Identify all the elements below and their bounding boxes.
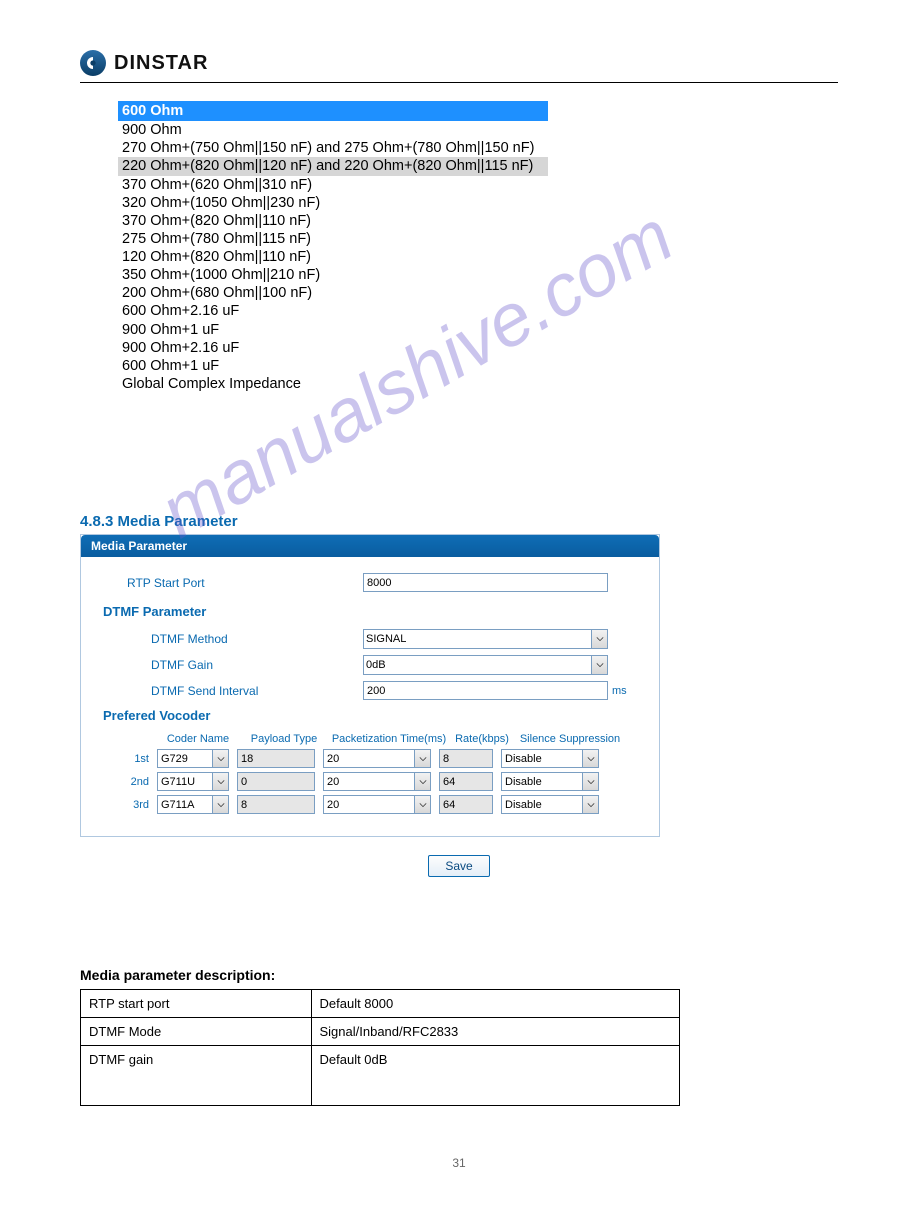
dtmf-heading: DTMF Parameter (103, 604, 637, 619)
impedance-option[interactable]: 350 Ohm+(1000 Ohm||210 nF) (118, 266, 548, 284)
desc-val: Default 8000 (311, 990, 680, 1018)
col-coder: Coder Name (157, 733, 239, 745)
coder-select[interactable] (157, 772, 229, 791)
table-row: DTMF gain Default 0dB (81, 1046, 680, 1106)
col-packet: Packetization Time(ms) (329, 733, 449, 745)
row-ord: 1st (103, 753, 157, 765)
dtmf-interval-unit: ms (612, 685, 627, 697)
desc-val: Signal/Inband/RFC2833 (311, 1018, 680, 1046)
col-payload: Payload Type (239, 733, 329, 745)
packet-select[interactable] (323, 772, 431, 791)
desc-key: RTP start port (81, 990, 312, 1018)
rate-input (439, 795, 493, 814)
impedance-option[interactable]: 900 Ohm (118, 121, 548, 139)
row-ord: 3rd (103, 799, 157, 811)
vocoder-row: 1st (103, 749, 637, 768)
vocoder-heading: Prefered Vocoder (103, 708, 637, 723)
packet-select[interactable] (323, 795, 431, 814)
impedance-option[interactable]: 900 Ohm+2.16 uF (118, 339, 548, 357)
impedance-option[interactable]: 275 Ohm+(780 Ohm||115 nF) (118, 230, 548, 248)
impedance-option[interactable]: 600 Ohm+2.16 uF (118, 302, 548, 320)
desc-val: Default 0dB (311, 1046, 680, 1106)
rate-input (439, 772, 493, 791)
desc-key: DTMF Mode (81, 1018, 312, 1046)
dtmf-gain-label: DTMF Gain (103, 658, 363, 672)
silence-select[interactable] (501, 772, 599, 791)
packet-select[interactable] (323, 749, 431, 768)
dtmf-gain-select[interactable] (363, 655, 608, 675)
dtmf-method-label: DTMF Method (103, 632, 363, 646)
impedance-option[interactable]: Global Complex Impedance (118, 375, 548, 393)
impedance-option[interactable]: 320 Ohm+(1050 Ohm||230 nF) (118, 194, 548, 212)
impedance-option[interactable]: 600 Ohm+1 uF (118, 357, 548, 375)
panel-title: Media Parameter (81, 535, 659, 557)
table-row: RTP start port Default 8000 (81, 990, 680, 1018)
vocoder-row: 3rd (103, 795, 637, 814)
coder-select[interactable] (157, 795, 229, 814)
row-ord: 2nd (103, 776, 157, 788)
brand-logo: DINSTAR (80, 50, 838, 76)
payload-input (237, 772, 315, 791)
dtmf-method-select[interactable] (363, 629, 608, 649)
impedance-dropdown-list[interactable]: 600 Ohm 900 Ohm 270 Ohm+(750 Ohm||150 nF… (118, 101, 548, 393)
col-rate: Rate(kbps) (449, 733, 515, 745)
impedance-option-selected[interactable]: 600 Ohm (118, 101, 548, 121)
impedance-option[interactable]: 120 Ohm+(820 Ohm||110 nF) (118, 248, 548, 266)
section-heading: 4.8.3 Media Parameter (80, 513, 838, 530)
payload-input (237, 795, 315, 814)
impedance-option[interactable]: 370 Ohm+(620 Ohm||310 nF) (118, 176, 548, 194)
impedance-option-hover[interactable]: 220 Ohm+(820 Ohm||120 nF) and 220 Ohm+(8… (118, 157, 548, 175)
dtmf-interval-input[interactable] (363, 681, 608, 700)
table-row: DTMF Mode Signal/Inband/RFC2833 (81, 1018, 680, 1046)
brand-text: DINSTAR (114, 52, 208, 75)
payload-input (237, 749, 315, 768)
desc-key: DTMF gain (81, 1046, 312, 1106)
silence-select[interactable] (501, 795, 599, 814)
impedance-option[interactable]: 200 Ohm+(680 Ohm||100 nF) (118, 284, 548, 302)
description-table: RTP start port Default 8000 DTMF Mode Si… (80, 989, 680, 1106)
page-number: 31 (80, 1156, 838, 1170)
rate-input (439, 749, 493, 768)
vocoder-row: 2nd (103, 772, 637, 791)
dinstar-logo-icon (80, 50, 106, 76)
impedance-option[interactable]: 270 Ohm+(750 Ohm||150 nF) and 275 Ohm+(7… (118, 139, 548, 157)
rtp-start-port-label: RTP Start Port (103, 576, 363, 590)
impedance-option[interactable]: 370 Ohm+(820 Ohm||110 nF) (118, 212, 548, 230)
media-parameter-panel: Media Parameter RTP Start Port DTMF Para… (80, 534, 660, 837)
save-button[interactable]: Save (428, 855, 489, 877)
coder-select[interactable] (157, 749, 229, 768)
dtmf-interval-label: DTMF Send Interval (103, 684, 363, 698)
desc-heading: Media parameter description: (80, 967, 838, 983)
header-divider (80, 82, 838, 83)
rtp-start-port-input[interactable] (363, 573, 608, 592)
silence-select[interactable] (501, 749, 599, 768)
col-silence: Silence Suppression (515, 733, 625, 745)
impedance-option[interactable]: 900 Ohm+1 uF (118, 321, 548, 339)
